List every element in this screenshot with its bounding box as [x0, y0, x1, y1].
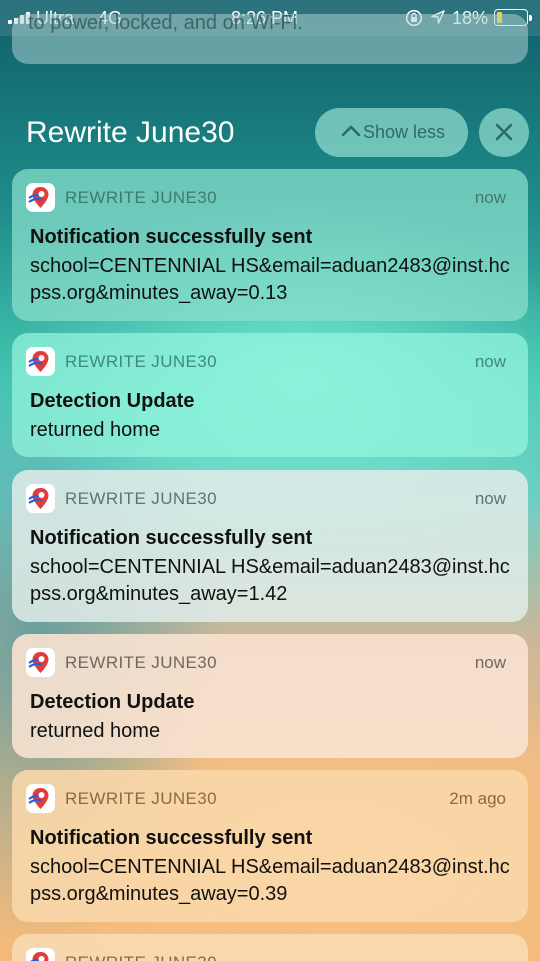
- notification-time: now: [474, 188, 506, 207]
- notification-card[interactable]: REWRITE JUNE30 now Detection Update retu…: [12, 333, 528, 457]
- close-icon: [495, 123, 513, 141]
- previous-notification-text: to power, locked, and on Wi-Fi.: [28, 14, 303, 34]
- notification-body: returned home: [30, 419, 161, 441]
- group-title: Rewrite June30: [26, 116, 235, 149]
- notification-time: now: [474, 352, 506, 371]
- notification-title: Detection Update: [30, 390, 195, 412]
- notification-body: school=CENTENNIAL HS&email=aduan2483@ins…: [30, 255, 510, 304]
- notification-card[interactable]: REWRITE JUNE30 now Detection Update retu…: [12, 634, 528, 758]
- notification-app-name: REWRITE JUNE30: [65, 653, 218, 672]
- notification-card[interactable]: REWRITE JUNE30 2m ago Notification succe…: [12, 770, 528, 922]
- notification-time: now: [474, 489, 506, 508]
- notification-app-name: REWRITE JUNE30: [65, 188, 218, 207]
- show-less-label: Show less: [363, 122, 446, 142]
- notification-time: 2m ago: [449, 789, 506, 808]
- notification-body: returned home: [30, 720, 161, 742]
- notification-card[interactable]: REWRITE JUNE30: [12, 934, 528, 961]
- notification-body: school=CENTENNIAL HS&email=aduan2483@ins…: [30, 856, 510, 905]
- app-icon: [26, 948, 55, 961]
- notification-card[interactable]: REWRITE JUNE30 now Notification successf…: [12, 470, 528, 622]
- app-icon: [26, 347, 55, 376]
- chevron-up-icon: [341, 125, 361, 137]
- app-icon: [26, 183, 55, 212]
- notification-title: Notification successfully sent: [30, 527, 313, 549]
- notification-time: now: [474, 653, 506, 672]
- notification-app-name: REWRITE JUNE30: [65, 789, 218, 808]
- app-icon: [26, 648, 55, 677]
- close-group-button[interactable]: [479, 108, 529, 157]
- notification-app-name: REWRITE JUNE30: [65, 953, 217, 961]
- notification-app-name: REWRITE JUNE30: [65, 489, 218, 508]
- notification-app-name: REWRITE JUNE30: [65, 352, 218, 371]
- app-icon: [26, 784, 55, 813]
- notification-title: Detection Update: [30, 691, 195, 713]
- notification-card[interactable]: REWRITE JUNE30 now Notification successf…: [12, 169, 528, 321]
- show-less-button[interactable]: Show less: [315, 108, 468, 157]
- notification-title: Notification successfully sent: [30, 827, 313, 849]
- notification-body: school=CENTENNIAL HS&email=aduan2483@ins…: [30, 556, 510, 605]
- previous-notification[interactable]: to power, locked, and on Wi-Fi.: [12, 14, 528, 64]
- notification-title: Notification successfully sent: [30, 226, 313, 248]
- app-icon: [26, 484, 55, 513]
